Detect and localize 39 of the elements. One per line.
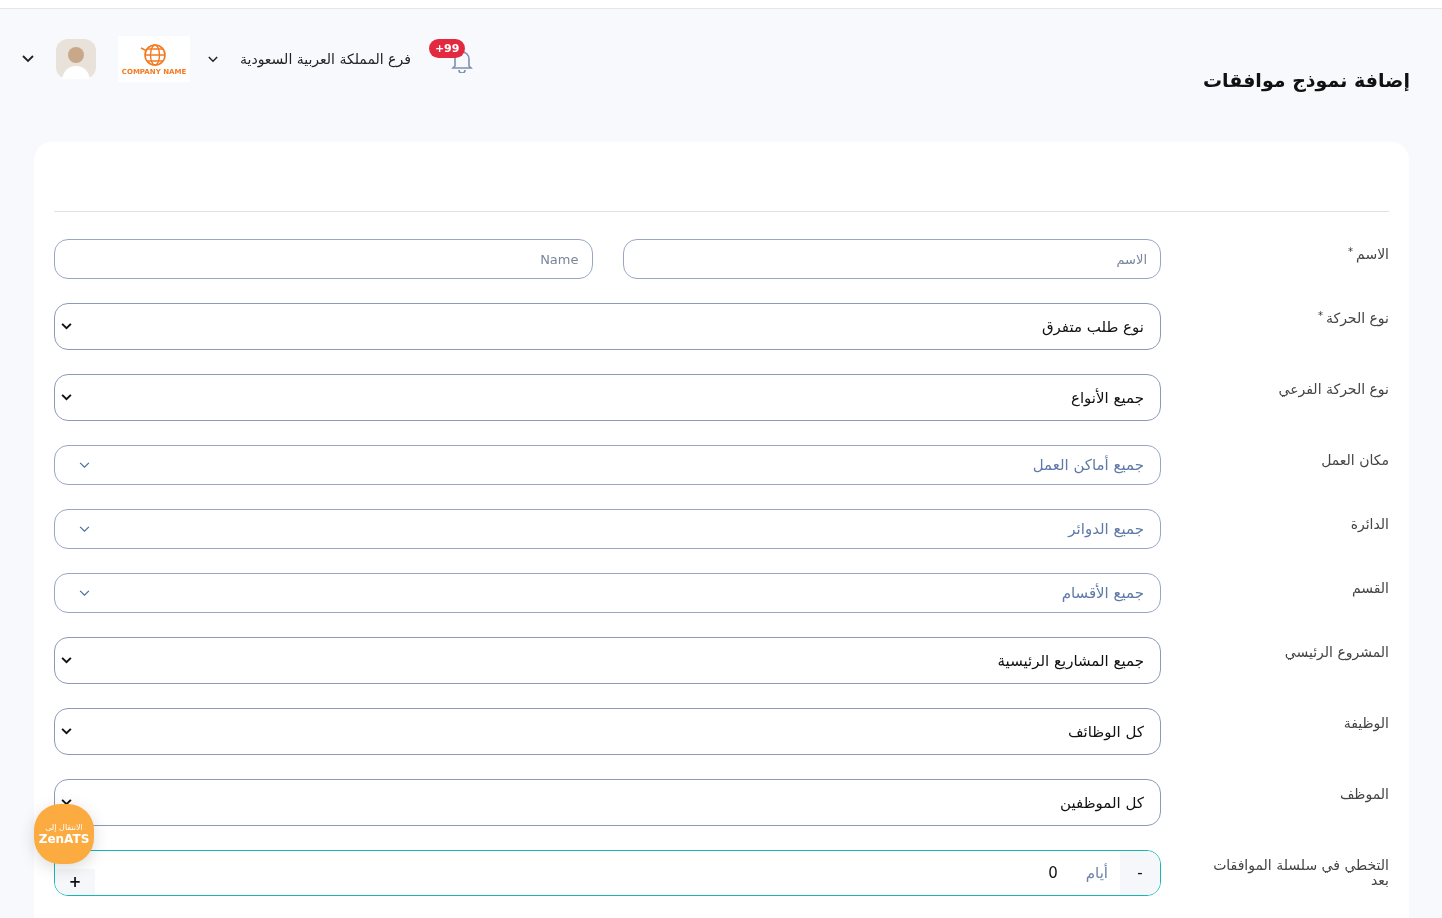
field-label: الوظيفة	[1343, 716, 1389, 731]
globe-icon	[139, 42, 169, 68]
field-label: الاسم	[1356, 247, 1389, 262]
text-field[interactable]: Name	[54, 239, 593, 279]
increment-button[interactable]: +	[55, 869, 95, 895]
field-label: الدائرة	[1350, 517, 1389, 532]
select-field[interactable]: كل الوظائف	[54, 708, 1161, 755]
chevron-down-icon	[79, 461, 90, 469]
chevron-down-icon	[61, 728, 72, 735]
required-mark: *	[1317, 311, 1323, 321]
chevron-down-icon[interactable]	[22, 55, 34, 63]
field-label: القسم	[1351, 581, 1389, 596]
select-field[interactable]: جميع المشاريع الرئيسية	[54, 637, 1161, 684]
field-label: المشروع الرئيسي	[1284, 645, 1389, 660]
select-field[interactable]: نوع طلب متفرق	[54, 303, 1161, 350]
dropdown-field[interactable]: جميع الأقسام	[54, 573, 1161, 613]
page-title: إضافة نموذج موافقات	[1203, 69, 1410, 94]
select-field[interactable]: جميع الأنواع	[54, 374, 1161, 421]
field-label: نوع الحركة	[1325, 311, 1389, 326]
chevron-down-icon	[61, 657, 72, 664]
number-value: 0	[1048, 864, 1058, 882]
text-field[interactable]: الاسم	[622, 239, 1161, 279]
field-label: التخطي في سلسلة الموافقات بعد	[1212, 858, 1389, 888]
field-label: نوع الحركة الفرعي	[1278, 382, 1389, 397]
chevron-down-icon	[61, 394, 72, 401]
branch-selector[interactable]: فرع المملكة العربية السعودية	[240, 51, 411, 67]
decrement-button[interactable]: -	[1120, 851, 1160, 895]
field-label: مكان العمل	[1321, 453, 1389, 468]
dropdown-field[interactable]: جميع الدوائر	[54, 509, 1161, 549]
notification-badge: +99	[428, 39, 466, 58]
field-label: الموظف	[1339, 787, 1389, 802]
chevron-down-icon	[79, 525, 90, 533]
chevron-down-icon	[61, 799, 72, 806]
chevron-down-icon	[61, 323, 72, 330]
chevron-down-icon[interactable]	[208, 55, 218, 63]
unit-label: أيام	[1085, 864, 1108, 882]
chevron-down-icon	[79, 589, 90, 597]
dropdown-field[interactable]: جميع أماكن العمل	[54, 445, 1161, 485]
required-mark: *	[1348, 247, 1354, 257]
